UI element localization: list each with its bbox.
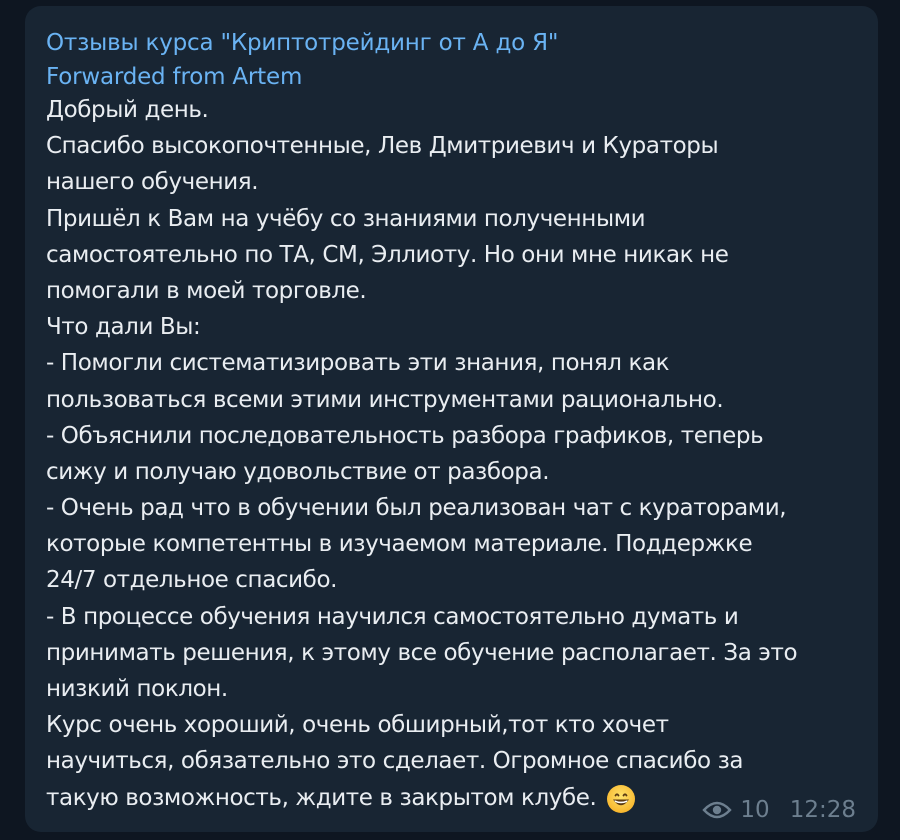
message-line: сижу и получаю удовольствие от разбора. bbox=[46, 458, 550, 485]
message-line: - В процессе обучения научился самостоят… bbox=[46, 603, 739, 630]
view-count: 10 bbox=[740, 797, 770, 823]
message-line: нашего обучения. bbox=[46, 169, 259, 196]
message-line: научиться, обязательно это сделает. Огро… bbox=[46, 748, 744, 775]
message-line: Добрый день. bbox=[46, 97, 209, 123]
message-line: Спасибо высокопочтенные, Лев Дмитриевич … bbox=[46, 133, 719, 160]
message-line: пользоваться всеми этими инструментами р… bbox=[46, 386, 724, 413]
message-line: - Очень рад что в обучении был реализова… bbox=[46, 495, 787, 522]
message-line: Курс очень хороший, очень обширный,тот к… bbox=[46, 712, 669, 739]
message-line: такую возможность, ждите в закрытом клуб… bbox=[46, 784, 597, 811]
message-line: которые компетентны в изучаемом материал… bbox=[46, 531, 753, 558]
message-meta: 10 12:28 bbox=[702, 797, 856, 823]
eye-icon bbox=[702, 800, 733, 820]
message-line: низкий поклон. bbox=[46, 676, 228, 702]
message-line: - Помогли систематизировать эти знания, … bbox=[46, 350, 670, 377]
channel-name-link[interactable]: Отзывы курса "Криптотрейдинг от А до Я" bbox=[46, 28, 856, 58]
message-line: Пришёл к Вам на учёбу со знаниями получе… bbox=[46, 205, 646, 232]
message-line: самостоятельно по ТА, СМ, Эллиоту. Но он… bbox=[46, 241, 729, 268]
message-line: - Объяснили последовательность разбора г… bbox=[46, 422, 764, 449]
forwarded-from-link[interactable]: Forwarded from Artem bbox=[46, 62, 856, 92]
grinning-face-emoji-icon bbox=[606, 784, 636, 814]
message-time: 12:28 bbox=[789, 797, 856, 823]
message-line: Что дали Вы: bbox=[46, 314, 201, 341]
message-line: помогали в моей торговле. bbox=[46, 277, 367, 304]
message-bubble[interactable]: Отзывы курса "Криптотрейдинг от А до Я" … bbox=[25, 6, 878, 832]
message-line: 24/7 отдельное спасибо. bbox=[46, 567, 338, 594]
message-text: Добрый день. Спасибо высокопочтенные, Ле… bbox=[46, 92, 856, 816]
message-line: принимать решения, к этому все обучение … bbox=[46, 639, 798, 666]
